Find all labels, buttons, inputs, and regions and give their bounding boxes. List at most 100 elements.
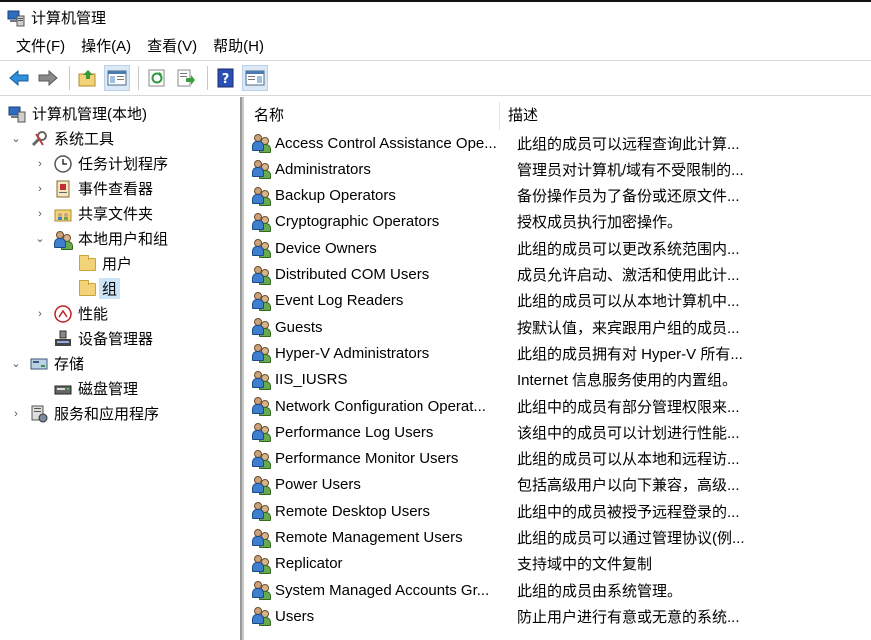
group-row[interactable]: Device Owners 此组的成员可以更改系统范围内... [244, 235, 871, 261]
group-row[interactable]: System Managed Accounts Gr... 此组的成员由系统管理。 [244, 577, 871, 603]
group-description: 此组的成员由系统管理。 [517, 582, 683, 600]
tree-item-label: 系统工具 [54, 131, 115, 148]
back-icon [9, 69, 29, 87]
expand-arrow-icon[interactable]: › [34, 183, 46, 195]
system-tools-icon [30, 130, 48, 148]
collapse-arrow-icon[interactable]: ⌄ [10, 132, 22, 145]
group-icon [252, 343, 272, 364]
group-row[interactable]: Event Log Readers 此组的成员可以从本地计算机中... [244, 288, 871, 314]
group-row[interactable]: Administrators 管理员对计算机/域有不受限制的... [244, 156, 871, 182]
group-row[interactable]: Performance Monitor Users 此组的成员可以从本地和远程访.… [244, 446, 871, 472]
expand-arrow-icon[interactable]: › [10, 408, 22, 420]
menu-file[interactable]: 文件(F) [8, 35, 73, 59]
group-name: Performance Monitor Users [275, 450, 459, 468]
group-row[interactable]: Replicator 支持域中的文件复制 [244, 551, 871, 577]
group-icon [252, 186, 272, 206]
menu-help[interactable]: 帮助(H) [205, 35, 272, 59]
group-row[interactable]: Access Control Assistance Ope... 此组的成员可以远… [244, 130, 871, 156]
group-icon [252, 370, 272, 390]
group-icon [252, 449, 272, 469]
tree-item[interactable]: 计算机管理(本地) [8, 101, 147, 126]
group-row[interactable]: Performance Log Users 该组中的成员可以计划进行性能... [244, 419, 871, 445]
group-name: Users [275, 607, 315, 625]
up-one-level-button[interactable] [75, 65, 101, 91]
export-list-button[interactable] [173, 65, 199, 91]
show-hide-console-tree-button[interactable] [104, 65, 130, 91]
tree-item[interactable]: › 服务和应用程序 [10, 401, 159, 426]
column-header-description[interactable]: 描述 [500, 102, 871, 130]
expand-arrow-icon[interactable]: › [34, 308, 46, 320]
group-icon [252, 606, 272, 627]
group-description: 按默认值，来宾跟用户组的成员... [517, 319, 740, 337]
tree-item[interactable]: ⌄ 存储 [10, 351, 84, 376]
folder-icon [78, 279, 96, 298]
group-name: Performance Log Users [275, 423, 434, 441]
collapse-arrow-icon[interactable]: ⌄ [10, 357, 22, 370]
tree-item[interactable]: 用户 [58, 251, 132, 276]
group-icon [252, 422, 272, 443]
group-icon [252, 528, 272, 548]
tree-item[interactable]: 设备管理器 [34, 326, 153, 351]
tree-item[interactable]: › 事件查看器 [34, 176, 153, 201]
column-header-name[interactable]: 名称 [244, 102, 500, 130]
menu-action[interactable]: 操作(A) [73, 35, 139, 59]
group-description: 此组的成员可以远程查询此计算... [517, 135, 740, 153]
tree-item-label: 任务计划程序 [78, 156, 169, 173]
group-icon [252, 159, 272, 180]
toolbar-separator [138, 66, 139, 90]
group-row[interactable]: Distributed COM Users 成员允许启动、激活和使用此计... [244, 262, 871, 288]
window-title: 计算机管理 [31, 10, 107, 27]
group-row[interactable]: Users 防止用户进行有意或无意的系统... [244, 603, 871, 629]
group-row[interactable]: Backup Operators 备份操作员为了备份或还原文件... [244, 183, 871, 209]
group-name: Device Owners [275, 239, 377, 257]
tree-item[interactable]: › 任务计划程序 [34, 151, 168, 176]
tree-item[interactable]: › 共享文件夹 [34, 201, 153, 226]
collapse-arrow-icon[interactable]: ⌄ [34, 232, 46, 245]
group-row[interactable]: Guests 按默认值，来宾跟用户组的成员... [244, 314, 871, 340]
back-button[interactable] [6, 65, 32, 91]
expand-arrow-icon[interactable]: › [34, 158, 46, 170]
group-name: Network Configuration Operat... [275, 397, 486, 415]
forward-button[interactable] [35, 65, 61, 91]
shared-folders-icon [54, 205, 72, 223]
title-bar: 计算机管理 [0, 0, 871, 33]
task-scheduler-icon [54, 154, 72, 173]
toolbar-separator [69, 66, 70, 90]
group-description: 授权成员执行加密操作。 [517, 214, 683, 232]
show-hide-action-pane-button[interactable] [242, 65, 268, 91]
group-row[interactable]: Remote Desktop Users 此组中的成员被授予远程登录的... [244, 498, 871, 524]
console-tree-pane[interactable]: 计算机管理(本地) ⌄ 系统工具 › 任务计划程序 › 事件查看器 › 共享文件夹 ⌄ 本地用户和组… [0, 97, 242, 640]
device-manager-icon [54, 330, 72, 348]
tree-item[interactable]: 组 [58, 276, 121, 301]
services-apps-icon [30, 405, 48, 423]
group-name: Administrators [275, 160, 371, 178]
group-row[interactable]: Hyper-V Administrators 此组的成员拥有对 Hyper-V 所… [244, 340, 871, 366]
group-name: Guests [275, 318, 323, 336]
group-row[interactable]: Network Configuration Operat... 此组中的成员有部分… [244, 393, 871, 419]
disk-management-icon [54, 380, 72, 398]
refresh-button[interactable] [144, 65, 170, 91]
group-name: IIS_IUSRS [275, 371, 348, 389]
groups-list-pane[interactable]: 名称 描述 Access Control Assistance Ope... 此组… [244, 97, 871, 640]
group-icon [252, 501, 272, 522]
tree-item-label: 组 [99, 278, 121, 299]
tree-item[interactable]: 磁盘管理 [34, 376, 138, 401]
group-description: 此组的成员可以从本地计算机中... [517, 293, 740, 311]
tree-item[interactable]: › 性能 [34, 301, 108, 326]
group-description: 管理员对计算机/域有不受限制的... [517, 161, 744, 179]
tree-item-label: 存储 [54, 356, 85, 373]
refresh-icon [148, 69, 165, 87]
group-name: Cryptographic Operators [275, 213, 440, 231]
group-row[interactable]: Cryptographic Operators 授权成员执行加密操作。 [244, 209, 871, 235]
group-row[interactable]: Power Users 包括高级用户以向下兼容，高级... [244, 472, 871, 498]
menu-view[interactable]: 查看(V) [139, 35, 205, 59]
group-name: Distributed COM Users [275, 266, 430, 283]
group-row[interactable]: Remote Management Users 此组的成员可以通过管理协议(例..… [244, 525, 871, 551]
computer-management-app-icon [7, 9, 25, 27]
help-button[interactable]: ? [213, 65, 239, 91]
expand-arrow-icon[interactable]: › [34, 208, 46, 220]
group-row[interactable]: IIS_IUSRS Internet 信息服务使用的内置组。 [244, 367, 871, 393]
show-hide-tree-icon [107, 70, 127, 86]
tree-item[interactable]: ⌄ 系统工具 [10, 126, 114, 151]
tree-item[interactable]: ⌄ 本地用户和组 [34, 226, 168, 251]
